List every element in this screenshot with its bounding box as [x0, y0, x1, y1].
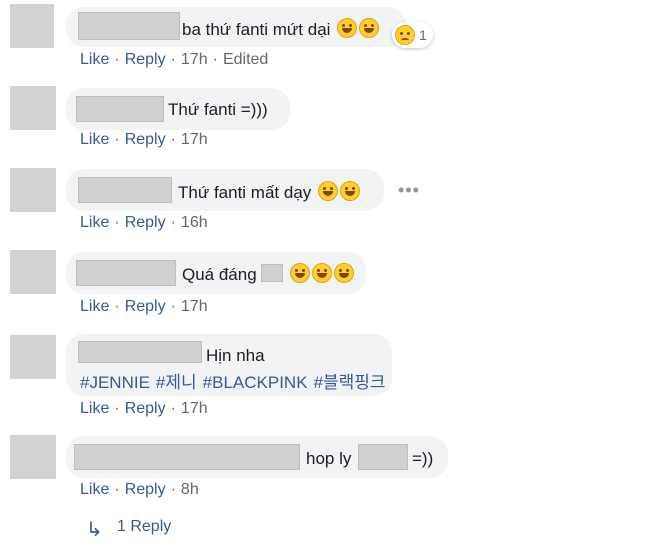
reply-link[interactable]: Reply: [125, 214, 166, 231]
timestamp[interactable]: 16h: [181, 214, 208, 231]
timestamp[interactable]: 17h: [181, 131, 208, 148]
like-link[interactable]: Like: [80, 298, 109, 315]
like-link[interactable]: Like: [80, 481, 109, 498]
avatar[interactable]: [10, 335, 56, 379]
redacted-author: [74, 444, 300, 470]
view-replies-link[interactable]: 1 Reply: [117, 518, 171, 536]
hashtag-link[interactable]: #BLACKPINK: [203, 373, 308, 392]
redacted-word: [358, 444, 408, 470]
avatar[interactable]: [10, 168, 56, 212]
comment-text: Thứ fanti mất dạy: [178, 181, 361, 203]
separator: ·: [212, 51, 218, 68]
separator: ·: [114, 51, 120, 68]
rolling-on-floor-laughing-icon: [359, 18, 380, 38]
comment-meta: Like · Reply · 17h: [80, 400, 208, 418]
reply-link[interactable]: Reply: [125, 400, 166, 417]
comment-text-content: Quá đáng: [182, 265, 257, 284]
sad-icon: [395, 25, 415, 45]
avatar[interactable]: [10, 4, 54, 48]
grinning-tears-icon: [312, 263, 333, 283]
hashtag-link[interactable]: #JENNIE: [80, 373, 150, 392]
avatar[interactable]: [10, 250, 56, 294]
comment-text: ba thứ fanti mứt dại: [182, 18, 380, 40]
edited-label[interactable]: Edited: [223, 51, 268, 68]
hashtag-link[interactable]: #블랙핑크: [314, 373, 386, 392]
separator: ·: [114, 214, 120, 231]
hashtag-link[interactable]: #제니: [156, 373, 197, 392]
grinning-tears-icon: [334, 263, 355, 283]
reply-link[interactable]: Reply: [125, 298, 166, 315]
redacted-author: [76, 260, 176, 286]
comment-text-tail: =)): [412, 449, 434, 468]
timestamp[interactable]: 8h: [181, 481, 199, 498]
like-link[interactable]: Like: [80, 214, 109, 231]
separator: ·: [114, 400, 120, 417]
rolling-on-floor-laughing-icon: [337, 18, 358, 38]
comment-text: Quá đáng: [182, 263, 355, 285]
separator: ·: [114, 481, 120, 498]
comment-meta: Like · Reply · 8h: [80, 481, 199, 499]
grinning-tears-icon: [290, 263, 311, 283]
comment-text: Hịn nha: [206, 346, 265, 365]
like-link[interactable]: Like: [80, 131, 109, 148]
redacted-author: [78, 177, 172, 203]
comment-text-content: ba thứ fanti mứt dại: [182, 20, 331, 39]
separator: ·: [170, 400, 176, 417]
redacted-author: [78, 341, 202, 363]
timestamp[interactable]: 17h: [181, 51, 208, 68]
timestamp[interactable]: 17h: [181, 400, 208, 417]
redacted-author: [78, 12, 180, 40]
redacted-word: [261, 264, 284, 282]
reaction-count: 1: [419, 27, 427, 43]
separator: ·: [170, 51, 176, 68]
comment-meta: Like · Reply · 17h: [80, 298, 208, 316]
comment-meta: Like · Reply · 17h · Edited: [80, 51, 268, 69]
separator: ·: [170, 298, 176, 315]
hashtag-list: #JENNIE #제니 #BLACKPINK #블랙핑크: [80, 368, 392, 393]
reaction-summary[interactable]: 1: [392, 22, 433, 48]
separator: ·: [170, 214, 176, 231]
more-options-icon[interactable]: •••: [398, 180, 420, 201]
reply-link[interactable]: Reply: [125, 51, 166, 68]
reply-link[interactable]: Reply: [125, 131, 166, 148]
comment-meta: Like · Reply · 16h: [80, 214, 208, 232]
separator: ·: [114, 131, 120, 148]
grinning-tears-icon: [340, 181, 361, 201]
grinning-tears-icon: [318, 181, 339, 201]
separator: ·: [114, 298, 120, 315]
reply-arrow-icon: ↳: [86, 519, 103, 541]
comment-text: hop ly: [306, 449, 352, 468]
reply-link[interactable]: Reply: [125, 481, 166, 498]
comment-text: Thứ fanti =))): [168, 100, 268, 119]
avatar[interactable]: [10, 435, 56, 479]
timestamp[interactable]: 17h: [181, 298, 208, 315]
avatar[interactable]: [10, 86, 56, 130]
separator: ·: [170, 131, 176, 148]
comment-meta: Like · Reply · 17h: [80, 131, 208, 149]
redacted-author: [76, 96, 164, 122]
comment-text-content: Thứ fanti mất dạy: [178, 183, 312, 202]
separator: ·: [170, 481, 176, 498]
like-link[interactable]: Like: [80, 400, 109, 417]
like-link[interactable]: Like: [80, 51, 109, 68]
